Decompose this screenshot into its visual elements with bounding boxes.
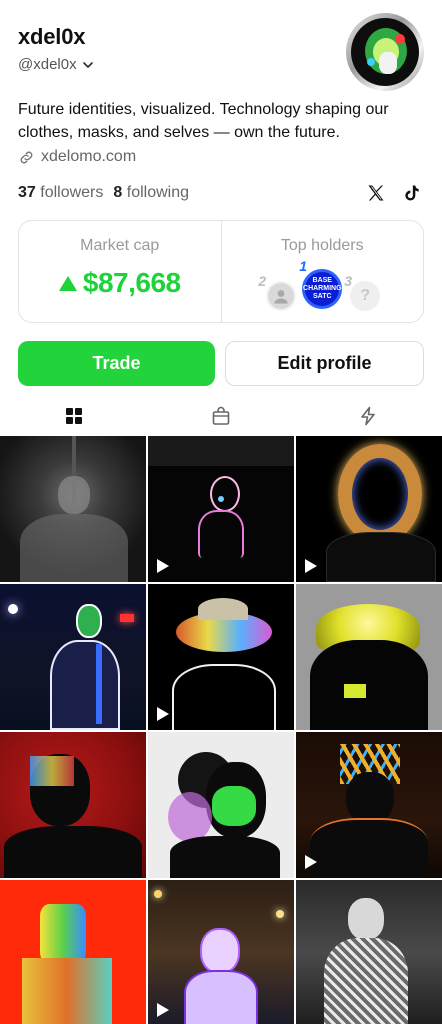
avatar[interactable] xyxy=(346,13,424,91)
profile-bio: Future identities, visualized. Technolog… xyxy=(18,101,389,141)
social-links xyxy=(366,183,422,203)
lightning-icon xyxy=(361,406,376,426)
holder-rank-1: 1 xyxy=(299,258,308,274)
holder-avatar-1[interactable]: BASE CHARMING SATC xyxy=(302,269,343,309)
play-icon xyxy=(305,855,317,869)
avatar-image xyxy=(351,18,419,86)
holder-avatar-3[interactable]: ? xyxy=(350,281,381,311)
x-icon[interactable] xyxy=(366,183,386,203)
tiktok-icon[interactable] xyxy=(402,183,422,203)
edit-profile-button[interactable]: Edit profile xyxy=(225,341,424,386)
tab-activity[interactable] xyxy=(295,398,442,434)
following-link[interactable]: 8 following xyxy=(113,184,189,202)
post-thumbnail[interactable] xyxy=(296,880,442,1024)
following-label: following xyxy=(126,184,190,201)
link-icon xyxy=(20,151,33,163)
trade-button[interactable]: Trade xyxy=(18,341,215,386)
shop-bag-icon xyxy=(212,406,230,425)
tab-grid[interactable] xyxy=(0,398,147,434)
holder-rank-3: 3 xyxy=(344,273,353,289)
post-thumbnail[interactable] xyxy=(0,732,146,878)
market-cap-value: $87,668 xyxy=(82,267,181,298)
grid-icon xyxy=(65,408,82,424)
website-link[interactable]: xdelomo.com xyxy=(18,148,136,166)
following-count: 8 xyxy=(113,184,123,201)
post-thumbnail[interactable] xyxy=(148,732,294,878)
market-cap-label: Market cap xyxy=(80,237,160,254)
website-url: xdelomo.com xyxy=(41,148,137,165)
post-thumbnail[interactable] xyxy=(0,880,146,1024)
holders-list: BASE CHARMING SATC ? 2 1 3 xyxy=(252,258,392,315)
followers-label: followers xyxy=(40,184,104,201)
post-grid xyxy=(0,436,442,1024)
stats-card: Market cap $87,668 Top holders BASE CHAR… xyxy=(18,220,424,323)
question-mark-icon: ? xyxy=(360,287,371,304)
profile-tabs xyxy=(0,398,442,434)
market-cap-value-row: $87,668 xyxy=(58,267,181,299)
handle-switcher[interactable]: @xdel0x xyxy=(18,56,348,73)
play-icon xyxy=(305,559,317,573)
tab-shop[interactable] xyxy=(147,398,294,434)
post-thumbnail[interactable] xyxy=(148,436,294,582)
chevron-down-icon xyxy=(82,61,93,68)
profile-handle: @xdel0x xyxy=(18,56,77,73)
holder-1-badge-text: BASE CHARMING SATC xyxy=(303,277,342,300)
post-thumbnail[interactable] xyxy=(148,880,294,1024)
holder-avatar-2[interactable] xyxy=(266,281,297,311)
followers-count: 37 xyxy=(18,184,36,201)
holder-rank-2: 2 xyxy=(258,273,267,289)
play-icon xyxy=(157,1003,169,1017)
post-thumbnail[interactable] xyxy=(0,436,146,582)
post-thumbnail[interactable] xyxy=(296,436,442,582)
follow-stats: 37 followers 8 following xyxy=(18,184,189,202)
market-cap-panel[interactable]: Market cap $87,668 xyxy=(19,221,221,322)
post-thumbnail[interactable] xyxy=(0,584,146,730)
play-icon xyxy=(157,559,169,573)
post-thumbnail[interactable] xyxy=(296,584,442,730)
profile-name: xdel0x xyxy=(18,24,86,49)
up-arrow-icon xyxy=(58,275,77,291)
post-thumbnail[interactable] xyxy=(148,584,294,730)
play-icon xyxy=(157,707,169,721)
profile-header: xdel0x @xdel0x xyxy=(18,24,348,73)
user-placeholder-icon xyxy=(274,290,288,304)
top-holders-panel[interactable]: Top holders BASE CHARMING SATC ? 2 1 3 xyxy=(220,221,424,322)
followers-link[interactable]: 37 followers xyxy=(18,184,103,202)
post-thumbnail[interactable] xyxy=(296,732,442,878)
top-holders-label: Top holders xyxy=(280,237,364,254)
